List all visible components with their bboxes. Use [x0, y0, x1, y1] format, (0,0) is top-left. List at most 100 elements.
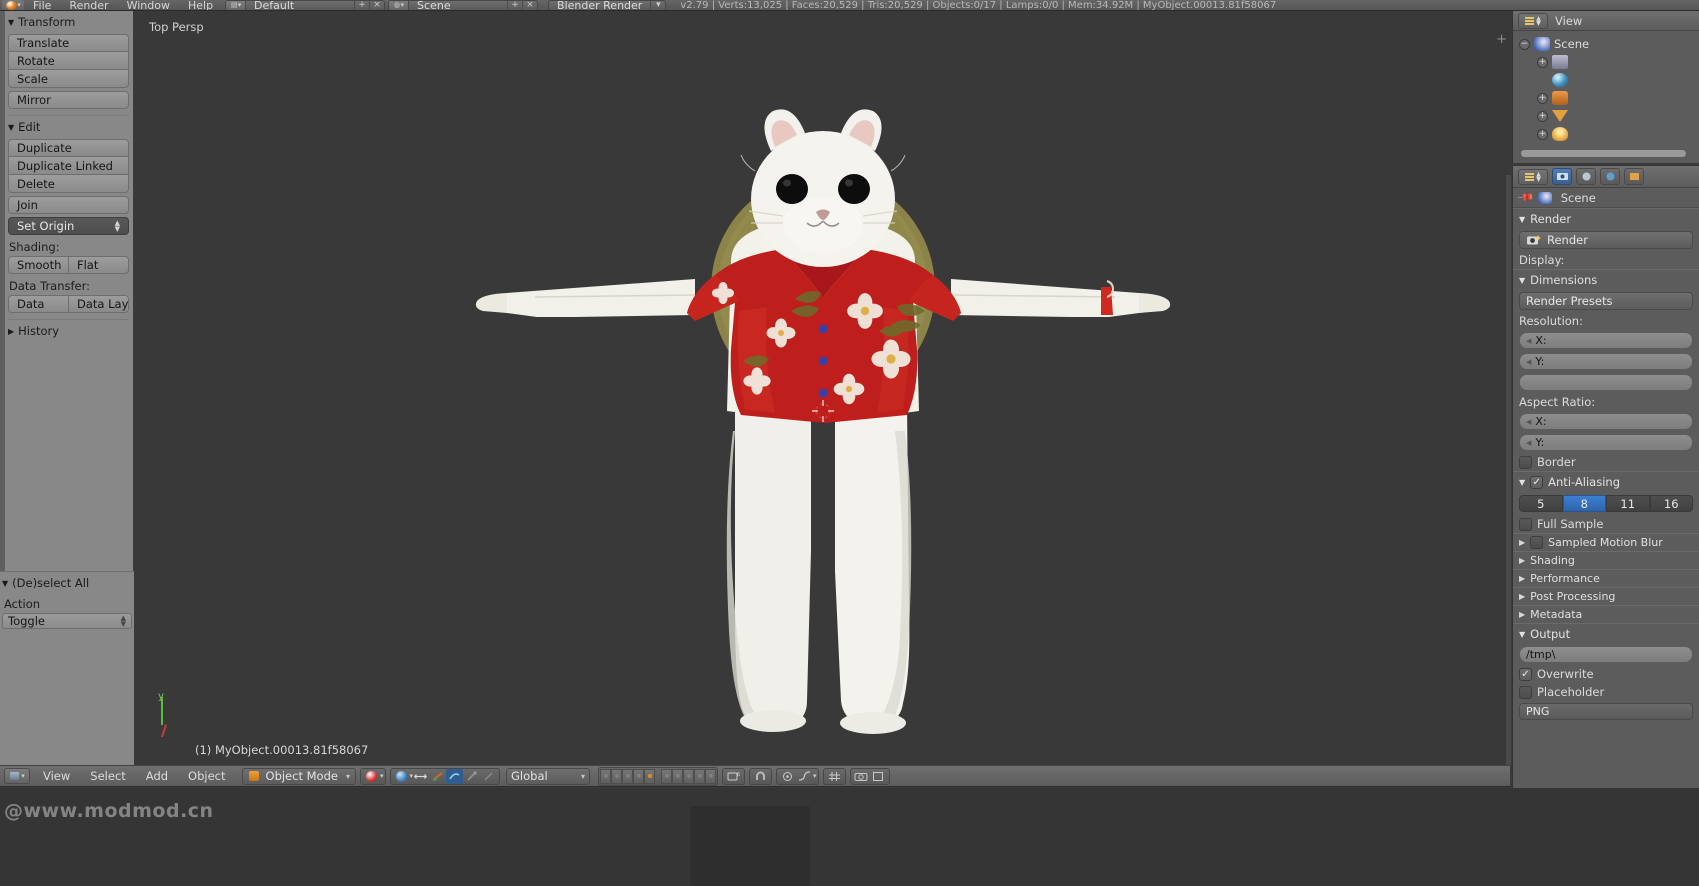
motion-blur-checkbox[interactable]: [1530, 536, 1544, 549]
add-scene-button[interactable]: +: [507, 0, 522, 10]
layer-cell[interactable]: [694, 768, 706, 784]
rotate-button[interactable]: Rotate: [8, 52, 129, 70]
section-header-post-processing[interactable]: ▶ Post Processing: [1513, 588, 1699, 605]
layer-cell[interactable]: [705, 768, 717, 784]
full-sample-checkbox[interactable]: [1519, 517, 1532, 531]
menu-render[interactable]: Render: [60, 0, 117, 10]
manipulator-extra-icon[interactable]: [480, 769, 497, 784]
properties-editor-type-icon[interactable]: ▲ ▼: [1518, 168, 1548, 185]
menu-help[interactable]: Help: [179, 0, 222, 10]
lock-object-modes-icon[interactable]: 6: [725, 769, 742, 784]
add-screen-layout-button[interactable]: +: [354, 0, 369, 10]
section-header-render[interactable]: ▼ Render: [1513, 209, 1699, 229]
properties-scrollbar[interactable]: [1506, 175, 1511, 765]
outliner-row-render-layers[interactable]: +: [1517, 53, 1699, 71]
scale-manipulator-icon[interactable]: [463, 769, 480, 784]
duplicate-linked-button[interactable]: Duplicate Linked: [8, 157, 129, 175]
proportional-edit-icon[interactable]: [779, 769, 796, 784]
layer-cell[interactable]: [633, 768, 645, 784]
viewport-menu-object[interactable]: Object: [178, 769, 235, 783]
aa-option-11[interactable]: 11: [1606, 495, 1650, 512]
tab-render[interactable]: [1552, 168, 1572, 185]
translate-manipulator-icon[interactable]: [429, 769, 446, 784]
layer-cell[interactable]: [672, 768, 684, 784]
section-header-output[interactable]: ▼ Output: [1513, 624, 1699, 644]
manipulator-toggle-icon[interactable]: [412, 769, 429, 784]
layer-cell[interactable]: [600, 768, 612, 784]
solid-shading-icon[interactable]: [363, 769, 380, 784]
layer-cell[interactable]: [622, 768, 634, 784]
grid-icon[interactable]: [826, 769, 843, 784]
decrement-arrow-icon[interactable]: ◀: [1526, 439, 1531, 447]
section-header-antialiasing[interactable]: ▼ ✓ Anti-Aliasing: [1513, 472, 1699, 492]
antialiasing-checkbox[interactable]: ✓: [1530, 475, 1544, 489]
aspect-x-field[interactable]: ◀ X:: [1519, 413, 1693, 430]
section-header-performance[interactable]: ▶ Performance: [1513, 570, 1699, 587]
pivot-point-icon[interactable]: [393, 769, 410, 784]
delete-button[interactable]: Delete: [8, 175, 129, 193]
tab-world[interactable]: [1600, 168, 1620, 185]
output-path-field[interactable]: /tmp\: [1519, 646, 1693, 663]
action-dropdown[interactable]: Toggle ▲ ▼: [2, 613, 132, 629]
full-sample-row[interactable]: Full Sample: [1513, 515, 1699, 533]
resolution-percentage-slider[interactable]: [1519, 374, 1693, 391]
outliner-row-camera[interactable]: +: [1517, 89, 1699, 107]
overwrite-checkbox[interactable]: ✓: [1519, 667, 1532, 681]
expand-toggle-icon[interactable]: +: [1537, 128, 1548, 140]
interaction-mode-selector[interactable]: Object Mode ▾: [241, 767, 356, 785]
blender-logo-icon[interactable]: ▾: [2, 0, 24, 10]
scene-layers-grid[interactable]: [598, 766, 719, 786]
data-button[interactable]: Data: [8, 295, 68, 313]
texture-paint-icon[interactable]: [870, 769, 887, 784]
layer-cell[interactable]: [661, 768, 673, 784]
delete-scene-button[interactable]: ×: [522, 0, 537, 10]
outliner-row-world[interactable]: [1517, 71, 1699, 89]
layer-cell[interactable]: [683, 768, 695, 784]
outliner-horizontal-scrollbar[interactable]: [1521, 150, 1686, 157]
menu-window[interactable]: Window: [118, 0, 179, 10]
placeholder-checkbox[interactable]: [1519, 685, 1532, 699]
aa-option-8[interactable]: 8: [1562, 495, 1606, 512]
aa-option-16[interactable]: 16: [1649, 495, 1693, 512]
aa-option-5[interactable]: 5: [1519, 495, 1563, 512]
overwrite-row[interactable]: ✓ Overwrite: [1513, 665, 1699, 683]
3d-viewport[interactable]: Top Persp + (1) MyObject.00013.81f58067: [135, 11, 1510, 765]
editor-type-icon[interactable]: ▾: [4, 768, 30, 784]
expand-toggle-icon[interactable]: +: [1537, 56, 1548, 68]
file-format-dropdown[interactable]: PNG: [1519, 703, 1693, 720]
resolution-y-field[interactable]: ◀ Y:: [1519, 353, 1693, 370]
viewport-menu-select[interactable]: Select: [80, 769, 135, 783]
decrement-arrow-icon[interactable]: ◀: [1526, 358, 1531, 366]
placeholder-row[interactable]: Placeholder: [1513, 683, 1699, 701]
render-image-button[interactable]: Render: [1519, 231, 1693, 249]
delete-screen-layout-button[interactable]: ×: [369, 0, 384, 10]
scene-selector[interactable]: ◍ ▾ Scene + ×: [388, 0, 539, 10]
section-header-sampled-motion-blur[interactable]: ▶ Sampled Motion Blur: [1513, 534, 1699, 551]
outliner-display-mode-icon[interactable]: ▲ ▼: [1518, 12, 1548, 29]
menu-file[interactable]: File: [24, 0, 60, 10]
toolshelf-scrollbar[interactable]: [0, 11, 5, 591]
decrement-arrow-icon[interactable]: ◀: [1526, 337, 1531, 345]
set-origin-dropdown[interactable]: Set Origin ▲ ▼: [8, 217, 129, 235]
expand-toggle-icon[interactable]: +: [1537, 110, 1548, 122]
border-checkbox[interactable]: [1519, 455, 1532, 469]
aspect-y-field[interactable]: ◀ Y:: [1519, 434, 1693, 451]
camera-render-icon[interactable]: [853, 769, 870, 784]
panel-header-edit[interactable]: ▼ Edit: [8, 118, 129, 136]
smooth-button[interactable]: Smooth: [8, 256, 68, 274]
section-header-metadata[interactable]: ▶ Metadata: [1513, 606, 1699, 623]
pin-icon[interactable]: 📌: [1516, 188, 1535, 207]
collapse-toggle-icon[interactable]: −: [1519, 38, 1530, 50]
render-presets-dropdown[interactable]: Render Presets: [1519, 292, 1693, 310]
transform-orientation-selector[interactable]: Global ▾: [506, 767, 591, 785]
mirror-button[interactable]: Mirror: [8, 91, 129, 109]
duplicate-button[interactable]: Duplicate: [8, 139, 129, 157]
data-layout-button[interactable]: Data Layo: [68, 295, 129, 313]
layer-cell[interactable]: [611, 768, 623, 784]
panel-header-transform[interactable]: ▼ Transform: [8, 13, 129, 31]
translate-button[interactable]: Translate: [8, 34, 129, 52]
panel-header-deselect-all[interactable]: ▼ (De)select All: [0, 574, 134, 592]
render-engine-selector[interactable]: Blender Render ▾: [548, 0, 667, 10]
viewport-shading-selector[interactable]: ▾: [359, 767, 386, 785]
expand-toggle-icon[interactable]: +: [1537, 92, 1548, 104]
